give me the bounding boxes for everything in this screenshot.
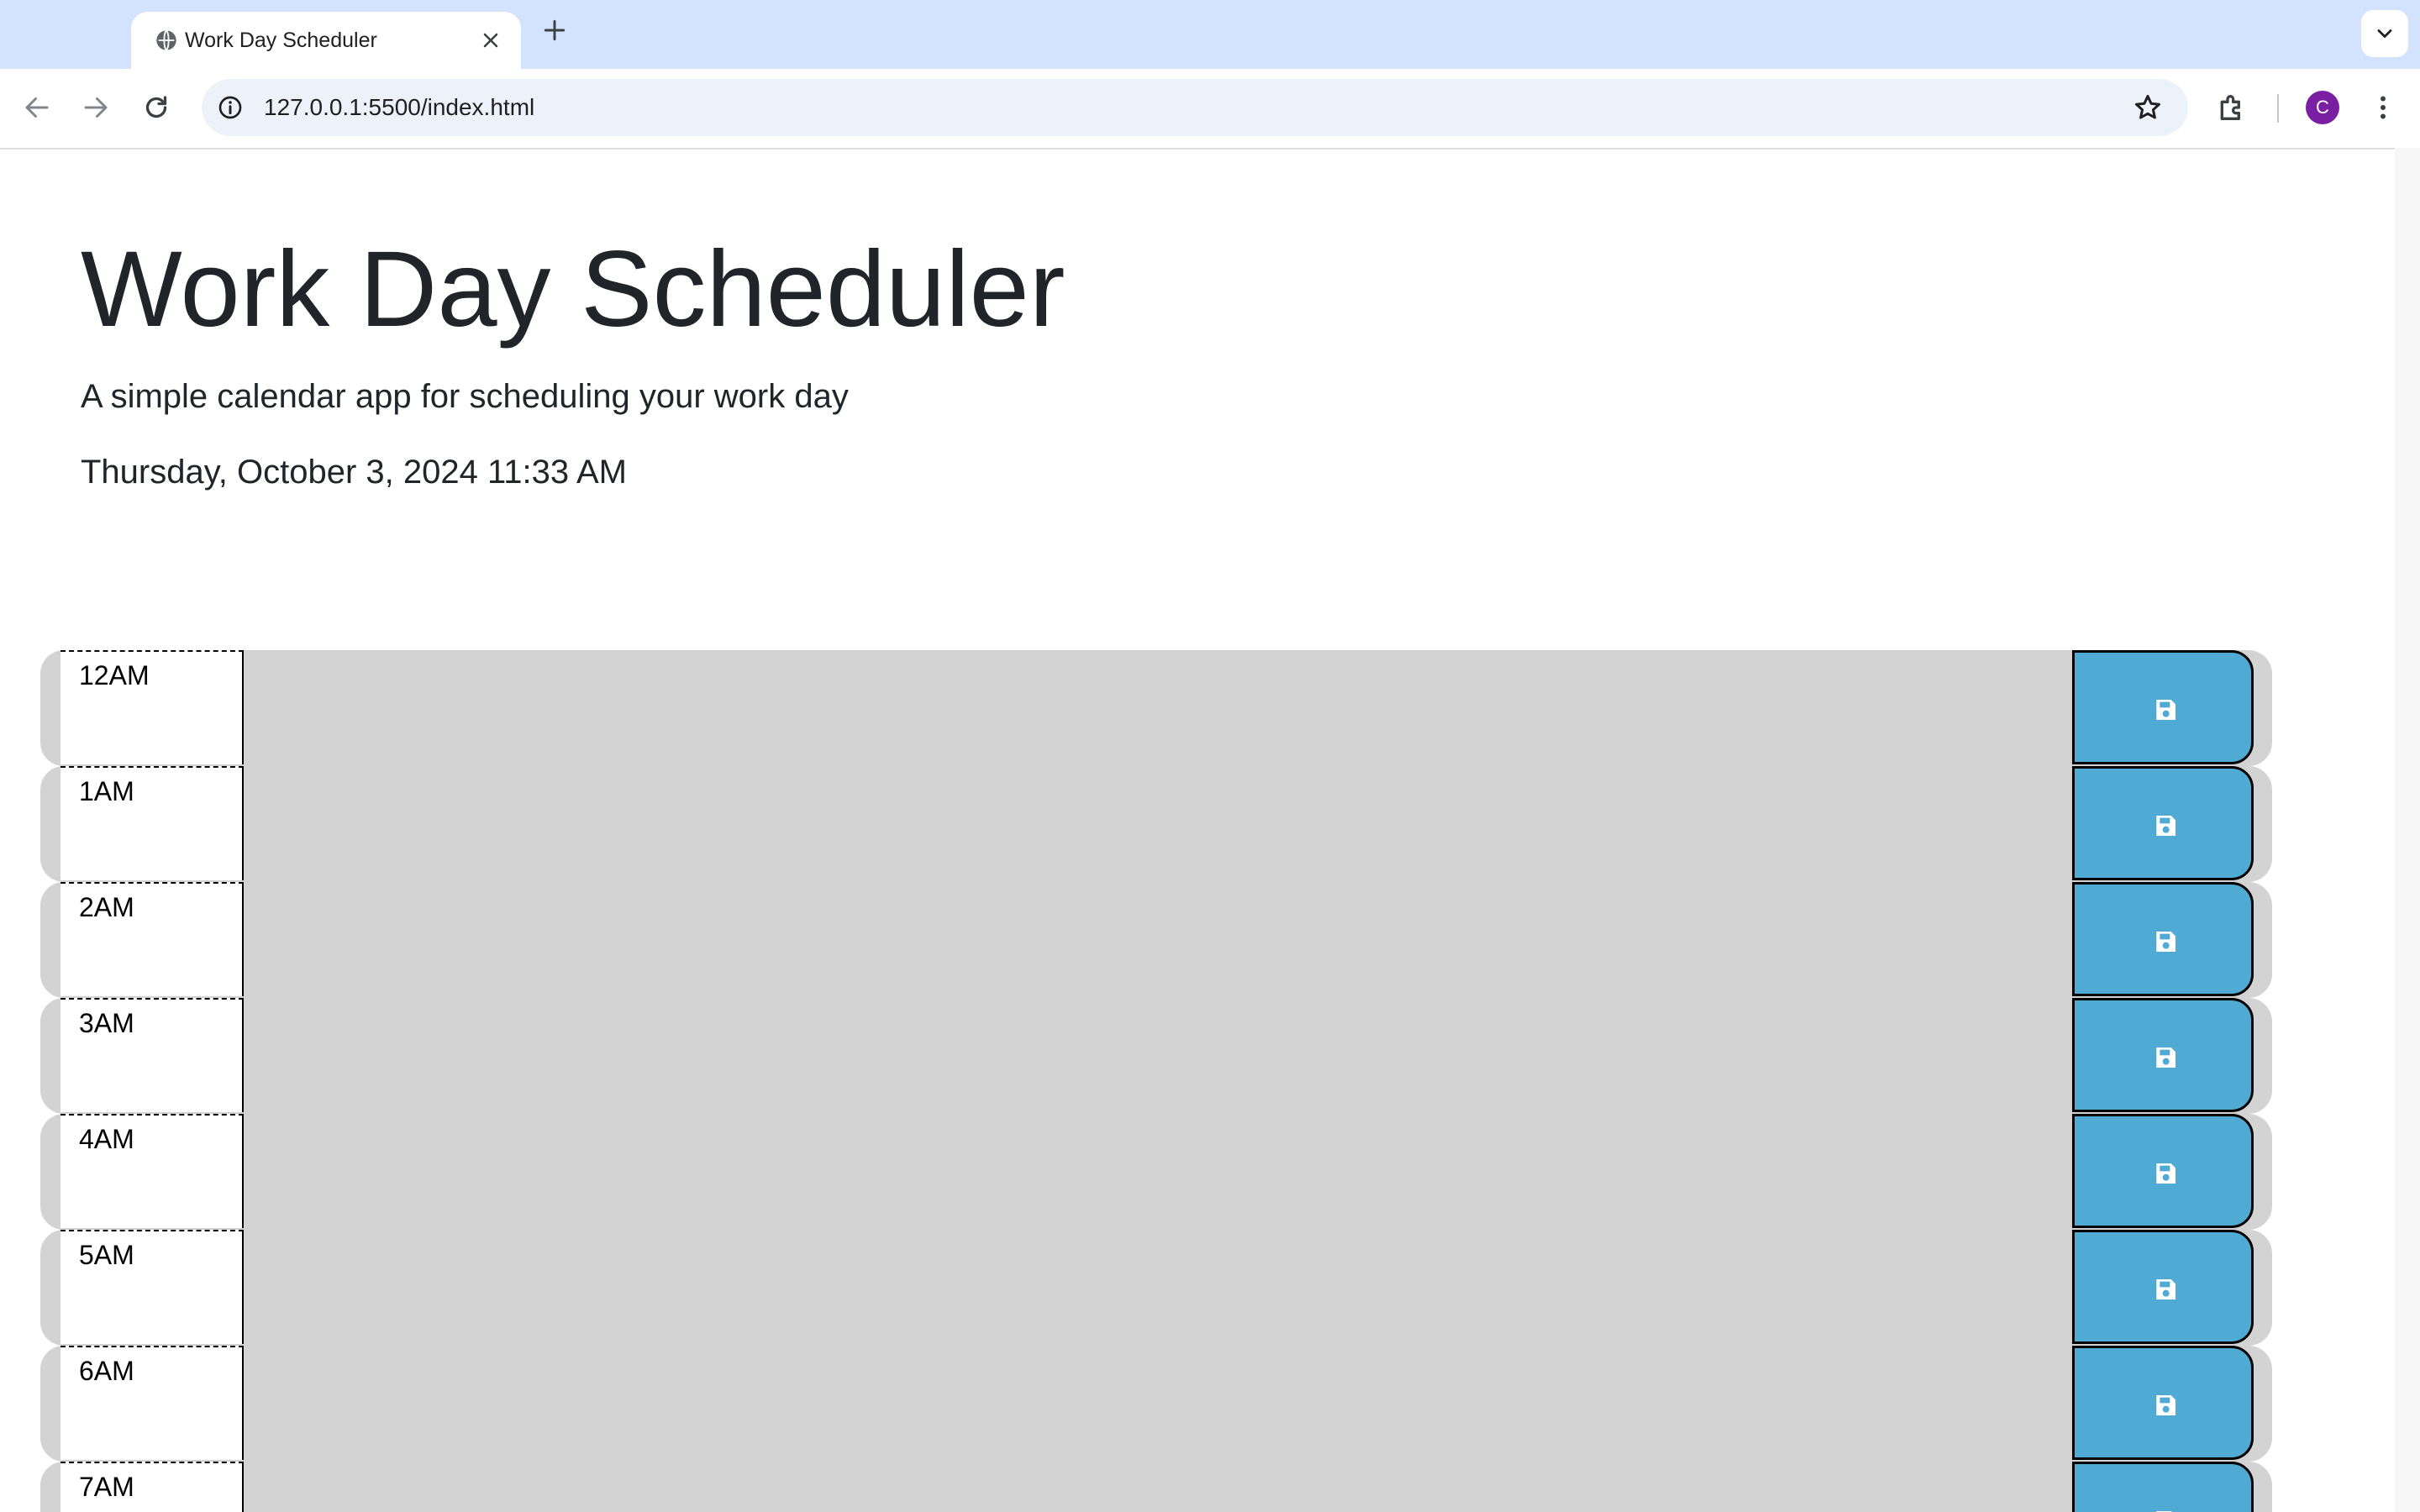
save-button[interactable] xyxy=(2072,1230,2254,1344)
tab-strip: Work Day Scheduler xyxy=(0,0,2420,69)
save-icon xyxy=(2156,1163,2175,1184)
save-icon xyxy=(2156,1047,2175,1068)
description-textarea[interactable] xyxy=(244,1230,2069,1344)
hour-label: 3AM xyxy=(60,998,244,1112)
hour-label: 7AM xyxy=(60,1462,244,1512)
save-button[interactable] xyxy=(2072,650,2254,764)
save-icon xyxy=(2156,1511,2172,1512)
time-block: 12AM xyxy=(40,650,2272,766)
page-content: Work Day Scheduler A simple calendar app… xyxy=(0,148,2420,1512)
description-textarea[interactable] xyxy=(244,1114,2069,1228)
hour-label: 4AM xyxy=(60,1114,244,1228)
save-button[interactable] xyxy=(2072,1462,2254,1512)
avatar[interactable]: C xyxy=(2306,91,2339,124)
hour-label: 2AM xyxy=(60,882,244,996)
tab-search-button[interactable] xyxy=(2361,10,2408,57)
chevron-down-icon xyxy=(2377,29,2392,38)
hour-label: 5AM xyxy=(60,1230,244,1344)
description-textarea[interactable] xyxy=(244,650,2069,764)
time-block: 4AM xyxy=(40,1114,2272,1230)
lead-text: A simple calendar app for scheduling you… xyxy=(81,378,849,415)
save-icon xyxy=(2156,816,2175,836)
save-button[interactable] xyxy=(2072,882,2254,996)
url-text[interactable]: 127.0.0.1:5500/index.html xyxy=(264,91,534,124)
hour-label: 6AM xyxy=(60,1346,244,1460)
scrollbar[interactable] xyxy=(2395,148,2420,1512)
page-title: Work Day Scheduler xyxy=(81,229,1065,349)
save-icon xyxy=(2156,1395,2175,1415)
back-icon[interactable] xyxy=(22,92,52,123)
globe-icon xyxy=(156,29,176,51)
browser-toolbar: 127.0.0.1:5500/index.html C xyxy=(0,69,2420,150)
info-icon[interactable] xyxy=(217,94,244,121)
tab-title: Work Day Scheduler xyxy=(185,29,377,52)
toolbar-divider xyxy=(2277,94,2279,123)
description-textarea[interactable] xyxy=(244,1462,2069,1512)
schedule-container: 12AM 1AM 2AM 3AM 4AM 5AM 6AM 7AM xyxy=(40,650,2272,1512)
browser-tab[interactable]: Work Day Scheduler xyxy=(131,12,521,69)
description-textarea[interactable] xyxy=(244,882,2069,996)
time-block: 6AM xyxy=(40,1346,2272,1462)
time-block: 1AM xyxy=(40,766,2272,882)
save-icon xyxy=(2156,1279,2175,1299)
time-block: 3AM xyxy=(40,998,2272,1114)
plus-icon[interactable] xyxy=(541,17,568,44)
reload-icon[interactable] xyxy=(141,92,171,123)
forward-icon[interactable] xyxy=(81,92,111,123)
address-bar[interactable]: 127.0.0.1:5500/index.html xyxy=(202,79,2188,136)
time-block: 2AM xyxy=(40,882,2272,998)
description-textarea[interactable] xyxy=(244,766,2069,880)
time-block: 7AM xyxy=(40,1462,2272,1512)
save-icon xyxy=(2156,932,2175,952)
description-textarea[interactable] xyxy=(244,998,2069,1112)
current-day: Thursday, October 3, 2024 11:33 AM xyxy=(81,454,627,491)
close-icon[interactable] xyxy=(479,29,502,52)
save-icon xyxy=(2156,700,2175,720)
save-button[interactable] xyxy=(2072,998,2254,1112)
hour-label: 12AM xyxy=(60,650,244,764)
save-button[interactable] xyxy=(2072,1346,2254,1460)
more-vert-icon[interactable] xyxy=(2368,92,2398,123)
time-block: 5AM xyxy=(40,1230,2272,1346)
save-button[interactable] xyxy=(2072,766,2254,880)
puzzle-icon[interactable] xyxy=(2215,91,2249,124)
description-textarea[interactable] xyxy=(244,1346,2069,1460)
save-button[interactable] xyxy=(2072,1114,2254,1228)
hour-label: 1AM xyxy=(60,766,244,880)
star-icon[interactable] xyxy=(2133,92,2163,123)
